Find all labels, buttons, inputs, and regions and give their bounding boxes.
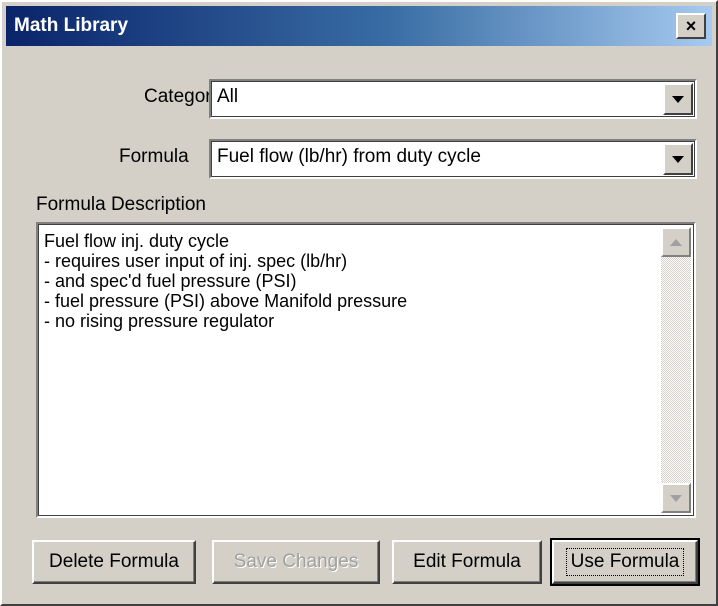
description-line: - no rising pressure regulator: [44, 311, 275, 331]
close-button[interactable]: ×: [676, 13, 706, 39]
use-formula-label: Use Formula: [565, 548, 685, 576]
scroll-down-arrow-icon: [670, 494, 682, 502]
save-changes-label: Save Changes: [233, 551, 359, 572]
save-changes-button[interactable]: Save Changes: [212, 540, 380, 584]
close-icon: ×: [685, 16, 697, 36]
title-bar[interactable]: Math Library ×: [6, 6, 712, 46]
vertical-scrollbar[interactable]: [661, 227, 691, 513]
window-title: Math Library: [14, 15, 129, 36]
math-library-dialog: Math Library × Category All Formula Fuel…: [0, 0, 718, 606]
description-line: - and spec'd fuel pressure (PSI): [44, 271, 297, 291]
edit-formula-button[interactable]: Edit Formula: [392, 540, 542, 584]
formula-description-text: Fuel flow inj. duty cycle - requires use…: [44, 231, 654, 331]
delete-formula-button[interactable]: Delete Formula: [32, 540, 196, 584]
scroll-up-button[interactable]: [661, 227, 691, 257]
formula-dropdown[interactable]: Fuel flow (lb/hr) from duty cycle: [209, 139, 697, 179]
description-line: - requires user input of inj. spec (lb/h…: [44, 251, 348, 271]
formula-value: Fuel flow (lb/hr) from duty cycle: [217, 146, 481, 167]
category-dropdown-button[interactable]: [663, 83, 693, 115]
chevron-down-icon: [672, 155, 684, 163]
use-formula-button[interactable]: Use Formula: [550, 538, 700, 586]
chevron-down-icon: [672, 95, 684, 103]
description-line: - fuel pressure (PSI) above Manifold pre…: [44, 291, 408, 311]
formula-label: Formula: [119, 146, 189, 167]
description-line: Fuel flow inj. duty cycle: [44, 231, 230, 251]
formula-dropdown-button[interactable]: [663, 143, 693, 175]
category-dropdown[interactable]: All: [209, 79, 697, 119]
scroll-down-button[interactable]: [661, 483, 691, 513]
scroll-up-arrow-icon: [670, 238, 682, 246]
formula-description-textarea[interactable]: Fuel flow inj. duty cycle - requires use…: [36, 222, 696, 518]
formula-description-label: Formula Description: [36, 194, 206, 215]
edit-formula-label: Edit Formula: [413, 551, 521, 572]
category-value: All: [217, 86, 239, 107]
delete-formula-label: Delete Formula: [49, 551, 179, 572]
